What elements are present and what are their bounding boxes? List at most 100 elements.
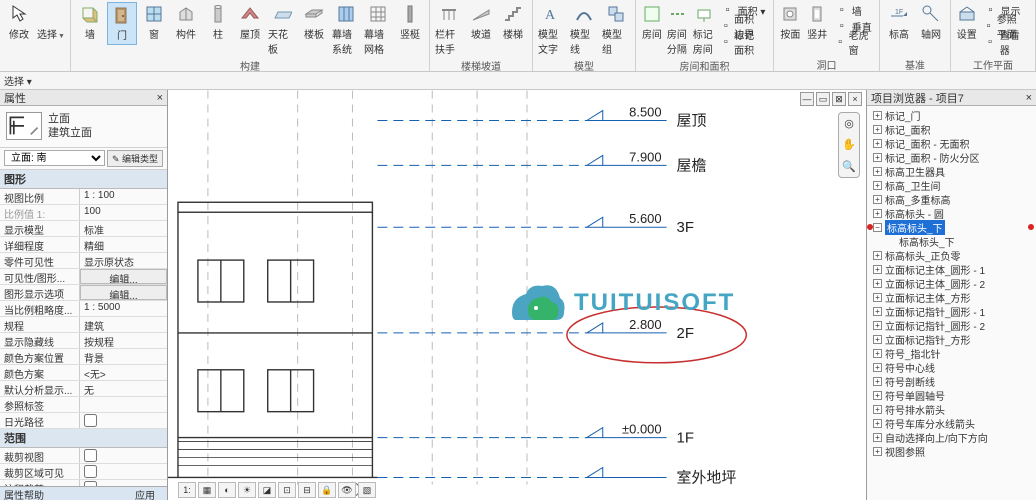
sun-path-icon[interactable]: ☀ (238, 482, 256, 498)
prop-row[interactable]: 裁剪视图 (0, 448, 167, 464)
temp-hide-icon[interactable]: 👁 (338, 482, 356, 498)
ribbon-gridln[interactable]: 轴网 (916, 2, 946, 43)
expand-icon[interactable]: + (873, 265, 882, 274)
expand-icon[interactable]: + (873, 349, 882, 358)
ribbon-text[interactable]: A模型文字 (537, 2, 567, 58)
ribbon-roof[interactable]: 屋顶 (235, 2, 265, 43)
apply-button[interactable]: 应用 (127, 487, 163, 500)
detail-level-icon[interactable]: ▦ (198, 482, 216, 498)
tree-item[interactable]: +立面标记主体_方形 (867, 290, 1036, 304)
prop-row[interactable]: 规程建筑 (0, 317, 167, 333)
tree-item[interactable]: +符号_指北针 (867, 346, 1036, 360)
type-selector-box[interactable]: 立面 建筑立面 (0, 106, 167, 148)
tree-item[interactable]: +立面标记指针_圆形 - 1 (867, 304, 1036, 318)
expand-icon[interactable]: + (873, 433, 882, 442)
tree-item[interactable]: +符号车库分水线箭头 (867, 416, 1036, 430)
ribbon-ramp[interactable]: 坡道 (466, 2, 496, 43)
close-icon[interactable]: × (157, 92, 163, 104)
ribbon-small-btn[interactable]: ▫查看器 (981, 34, 1032, 50)
prop-row[interactable]: 视图比例1 : 100 (0, 189, 167, 205)
ribbon-small-btn[interactable]: ▫标记 面积 (718, 34, 769, 50)
tree-item[interactable]: +标高_卫生间 (867, 178, 1036, 192)
expand-icon[interactable]: + (873, 363, 882, 372)
tree-item[interactable]: +标高卫生器具 (867, 164, 1036, 178)
expand-icon[interactable]: + (873, 279, 882, 288)
visual-style-icon[interactable]: ◐ (218, 482, 236, 498)
tree-item[interactable]: −标高标头_下 (867, 220, 1036, 234)
expand-icon[interactable]: + (873, 335, 882, 344)
prop-row[interactable]: 颜色方案位置背景 (0, 349, 167, 365)
expand-icon[interactable]: + (873, 195, 882, 204)
ribbon-ceiling[interactable]: 天花板 (267, 2, 297, 58)
crop-region-icon[interactable]: ⊟ (298, 482, 316, 498)
ribbon-small-btn[interactable]: ▫老虎窗 (832, 34, 875, 50)
ribbon-shaft[interactable]: 竖井 (805, 2, 830, 43)
prop-row[interactable]: 比例值 1:100 (0, 205, 167, 221)
ribbon-column[interactable]: 柱 (203, 2, 233, 43)
ribbon-comp[interactable]: 构件 (171, 2, 201, 43)
close-icon[interactable]: × (1026, 92, 1032, 104)
expand-icon[interactable]: + (873, 167, 882, 176)
expand-icon[interactable]: + (873, 447, 882, 456)
ribbon-set[interactable]: 设置 (955, 2, 979, 43)
tree-item[interactable]: +标记_面积 (867, 122, 1036, 136)
tree-item[interactable]: 标高标头_下 (867, 234, 1036, 248)
expand-icon[interactable]: + (873, 153, 882, 162)
prop-section[interactable]: 范围 (0, 429, 167, 448)
instance-selector[interactable]: 立面: 南 (4, 150, 105, 166)
tree-item[interactable]: +标记_面积 - 无面积 (867, 136, 1036, 150)
prop-row[interactable]: 显示模型标准 (0, 221, 167, 237)
expand-icon[interactable]: + (873, 251, 882, 260)
properties-help[interactable]: 属性帮助 (4, 487, 44, 500)
prop-row[interactable]: 显示隐藏线按规程 (0, 333, 167, 349)
prop-row[interactable]: 当比例粗略度...1 : 5000 (0, 301, 167, 317)
prop-section[interactable]: 图形 (0, 170, 167, 189)
ribbon-mullion[interactable]: 竖梃 (395, 2, 425, 43)
prop-row[interactable]: 默认分析显示...无 (0, 381, 167, 397)
ribbon-wall[interactable]: 墙 (75, 2, 105, 43)
drawing-canvas[interactable]: — ▭ ⊠ × ◎ ✋ 🔍 (168, 90, 866, 500)
prop-row[interactable]: 可见性/图形...编辑... (0, 269, 167, 285)
prop-row[interactable]: 颜色方案<无> (0, 365, 167, 381)
tree-item[interactable]: +立面标记主体_圆形 - 1 (867, 262, 1036, 276)
ribbon-floor[interactable]: 楼板 (299, 2, 329, 43)
tree-item[interactable]: +标记_面积 - 防火分区 (867, 150, 1036, 164)
select-dropdown[interactable]: 选择 ▾ (4, 73, 32, 88)
tree-item[interactable]: +标高标头 - 圆 (867, 206, 1036, 220)
prop-row[interactable]: 图形显示选项编辑... (0, 285, 167, 301)
ribbon-mgroup[interactable]: 模型组 (601, 2, 631, 58)
ribbon-room[interactable]: 房间 (640, 2, 664, 43)
tree-item[interactable]: +符号排水箭头 (867, 402, 1036, 416)
prop-row[interactable]: 参照标签 (0, 397, 167, 413)
ribbon-grid[interactable]: 幕墙网格 (363, 2, 393, 58)
tree-item[interactable]: +自动选择向上/向下方向 (867, 430, 1036, 444)
tree-item[interactable]: +标高_多重标高 (867, 192, 1036, 206)
tree-item[interactable]: +立面标记主体_圆形 - 2 (867, 276, 1036, 290)
ribbon-stair[interactable]: 楼梯 (498, 2, 528, 43)
tree-item[interactable]: +视图参照 (867, 444, 1036, 458)
tree-item[interactable]: +标记_门 (867, 108, 1036, 122)
ribbon-rtag[interactable]: 标记房间 (692, 2, 716, 58)
tree-item[interactable]: +立面标记指针_方形 (867, 332, 1036, 346)
prop-row[interactable]: 零件可见性显示原状态 (0, 253, 167, 269)
lock-icon[interactable]: 🔒 (318, 482, 336, 498)
ribbon-btn[interactable]: 选择▼ (36, 2, 66, 43)
ribbon-small-btn[interactable]: ▫墙 (832, 2, 875, 18)
expand-icon[interactable]: + (873, 307, 882, 316)
ribbon-face[interactable]: 按面 (778, 2, 803, 43)
expand-icon[interactable]: + (873, 139, 882, 148)
tree-item[interactable]: +符号剖断线 (867, 374, 1036, 388)
expand-icon[interactable]: + (873, 293, 882, 302)
expand-icon[interactable]: + (873, 419, 882, 428)
expand-icon[interactable]: + (873, 321, 882, 330)
ribbon-mline[interactable]: 模型线 (569, 2, 599, 58)
shadows-icon[interactable]: ◪ (258, 482, 276, 498)
ribbon-curtain[interactable]: 幕墙系统 (331, 2, 361, 58)
expand-icon[interactable]: + (873, 209, 882, 218)
ribbon-level[interactable]: 1F标高 (884, 2, 914, 43)
tree-item[interactable]: +标高标头_正负零 (867, 248, 1036, 262)
ribbon-door[interactable]: 门 (107, 2, 137, 45)
ribbon-window[interactable]: 窗 (139, 2, 169, 43)
expand-icon[interactable]: + (873, 125, 882, 134)
prop-row[interactable]: 详细程度精细 (0, 237, 167, 253)
